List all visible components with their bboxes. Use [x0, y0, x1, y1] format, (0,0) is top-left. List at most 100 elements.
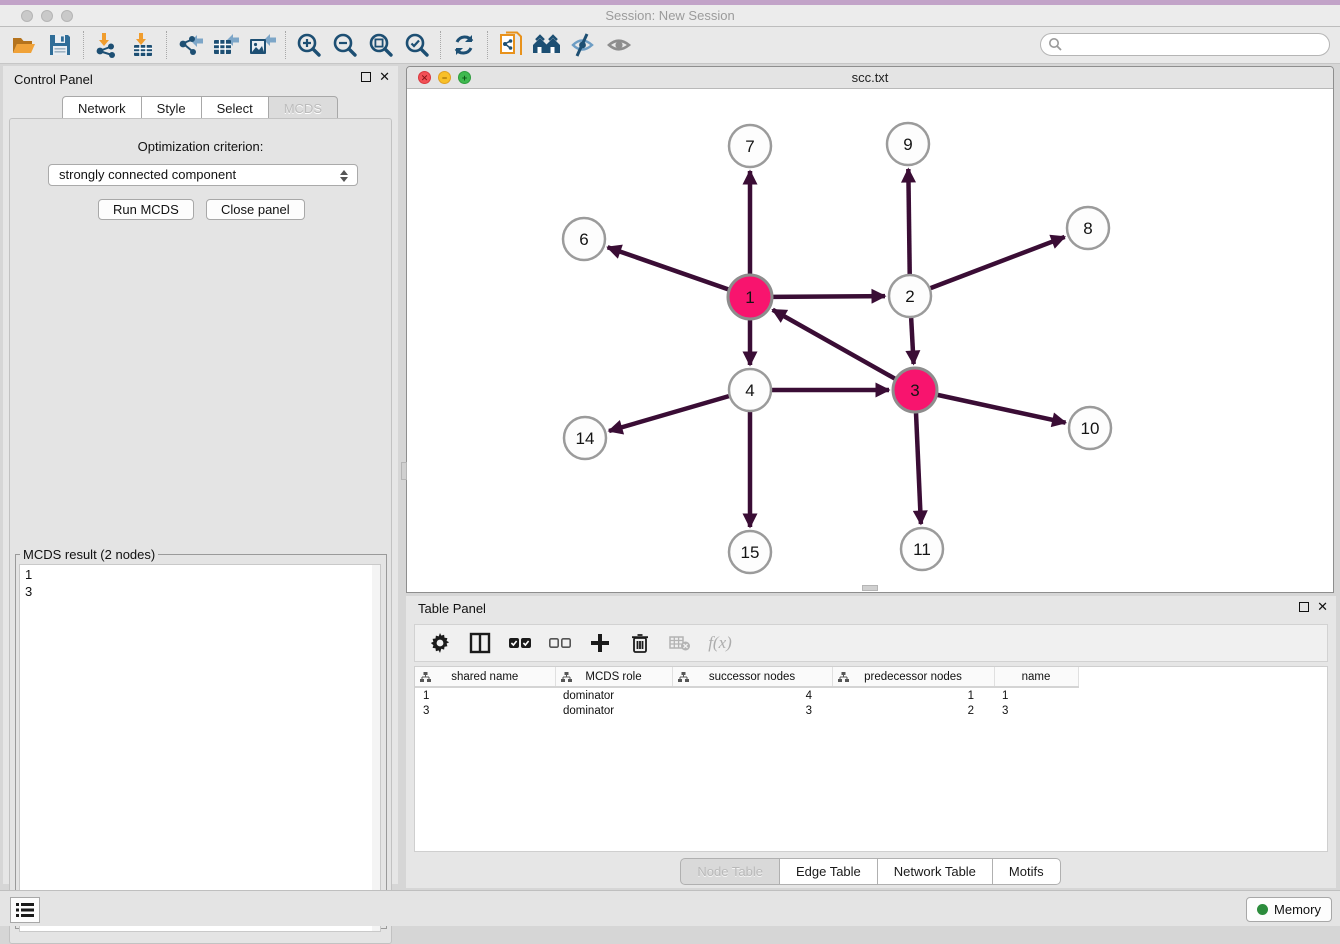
close-panel-button[interactable]: Close panel [206, 199, 305, 220]
open-file-icon[interactable] [6, 29, 42, 61]
network-view-window: ✕ − + scc.txt 7 9 6 8 1 2 4 3 14 10 15 11 [406, 66, 1334, 593]
import-network-icon[interactable] [89, 29, 125, 61]
svg-text:3: 3 [910, 381, 919, 400]
table-cell[interactable]: 1 [994, 687, 1078, 703]
graph-edge-2-9[interactable] [908, 169, 909, 274]
close-window-icon[interactable] [21, 10, 33, 22]
graph-node-11[interactable]: 11 [901, 528, 943, 570]
control-panel-title: Control Panel [3, 66, 398, 87]
table-header-row: shared name MCDS role successor nodes pr… [415, 667, 1078, 687]
graph-edge-4-14[interactable] [609, 396, 729, 431]
apply-layout-icon[interactable] [446, 29, 482, 61]
zoom-window-icon[interactable] [61, 10, 73, 22]
svg-text:1: 1 [745, 288, 754, 307]
export-image-icon[interactable] [244, 29, 280, 61]
graph-node-4[interactable]: 4 [729, 369, 771, 411]
graph-edge-3-10[interactable] [937, 395, 1065, 423]
table-cell[interactable]: 2 [832, 703, 994, 719]
select-all-icon[interactable] [507, 630, 533, 656]
network-maximize-icon[interactable]: + [458, 71, 471, 84]
graph-node-14[interactable]: 14 [564, 417, 606, 459]
mcds-result-textarea[interactable]: 1 3 [19, 564, 381, 932]
network-window-title: scc.txt [407, 67, 1333, 89]
save-session-icon[interactable] [42, 29, 78, 61]
graph-node-9[interactable]: 9 [887, 123, 929, 165]
zoom-out-icon[interactable] [327, 29, 363, 61]
export-network-icon[interactable] [172, 29, 208, 61]
criterion-select[interactable]: strongly connected component [48, 164, 358, 186]
col-predecessor-nodes[interactable]: predecessor nodes [832, 667, 994, 687]
zoom-fit-icon[interactable] [363, 29, 399, 61]
svg-text:4: 4 [745, 381, 754, 400]
float-panel-icon[interactable] [361, 72, 371, 82]
run-mcds-button[interactable]: Run MCDS [98, 199, 194, 220]
memory-button[interactable]: Memory [1246, 897, 1332, 922]
table-cell[interactable]: dominator [555, 687, 672, 703]
deselect-all-icon[interactable] [547, 630, 573, 656]
export-table-icon[interactable] [208, 29, 244, 61]
table-row[interactable]: 3dominator323 [415, 703, 1078, 719]
result-line: 1 [25, 566, 380, 583]
first-neighbors-icon[interactable] [529, 29, 565, 61]
graph-edge-1-2[interactable] [773, 296, 885, 297]
tab-motifs[interactable]: Motifs [992, 858, 1061, 885]
table-cell[interactable]: 3 [994, 703, 1078, 719]
svg-text:9: 9 [903, 135, 912, 154]
graph-node-15[interactable]: 15 [729, 531, 771, 573]
show-all-icon[interactable] [601, 29, 637, 61]
control-panel: Control Panel ✕ Network Style Select MCD… [3, 66, 398, 884]
table-toolbar: f(x) [414, 624, 1328, 662]
search-input[interactable] [1040, 33, 1330, 56]
graph-edge-2-8[interactable] [931, 237, 1065, 288]
graph-node-3[interactable]: 3 [893, 368, 937, 412]
table-cell[interactable]: 4 [672, 687, 832, 703]
graph-node-6[interactable]: 6 [563, 218, 605, 260]
tab-node-table[interactable]: Node Table [680, 858, 780, 885]
delete-column-icon[interactable] [627, 630, 653, 656]
import-table-icon[interactable] [125, 29, 161, 61]
vertical-divider-grip[interactable] [401, 462, 407, 480]
col-name[interactable]: name [994, 667, 1078, 687]
table-row[interactable]: 1dominator411 [415, 687, 1078, 703]
horizontal-divider-grip[interactable] [862, 585, 878, 591]
close-panel-icon[interactable]: ✕ [1317, 602, 1328, 612]
table-cell[interactable]: 3 [415, 703, 555, 719]
float-panel-icon[interactable] [1299, 602, 1309, 612]
table-cell[interactable]: 1 [832, 687, 994, 703]
graph-edge-3-11[interactable] [916, 413, 921, 524]
graph-node-7[interactable]: 7 [729, 125, 771, 167]
table-cell[interactable]: dominator [555, 703, 672, 719]
graph-node-10[interactable]: 10 [1069, 407, 1111, 449]
result-scrollbar[interactable] [372, 565, 380, 931]
hide-selected-icon[interactable] [565, 29, 601, 61]
col-shared-name[interactable]: shared name [415, 667, 555, 687]
tab-edge-table[interactable]: Edge Table [779, 858, 878, 885]
graph-node-1[interactable]: 1 [728, 275, 772, 319]
network-close-icon[interactable]: ✕ [418, 71, 431, 84]
graph-edge-2-3[interactable] [911, 318, 913, 364]
col-successor-nodes[interactable]: successor nodes [672, 667, 832, 687]
minimize-window-icon[interactable] [41, 10, 53, 22]
graph-node-2[interactable]: 2 [889, 275, 931, 317]
table-panel: Table Panel ✕ f(x) [406, 596, 1336, 888]
node-table: shared name MCDS role successor nodes pr… [414, 666, 1328, 852]
graph-edge-3-1[interactable] [773, 310, 895, 379]
tab-network-table[interactable]: Network Table [877, 858, 993, 885]
table-cell[interactable]: 1 [415, 687, 555, 703]
network-minimize-icon[interactable]: − [438, 71, 451, 84]
toolbar-separator [166, 31, 167, 59]
result-line: 3 [25, 583, 380, 600]
network-canvas[interactable]: 7 9 6 8 1 2 4 3 14 10 15 11 [407, 89, 1333, 592]
graph-edge-1-6[interactable] [608, 247, 729, 289]
new-network-from-selection-icon[interactable] [493, 29, 529, 61]
col-mcds-role[interactable]: MCDS role [555, 667, 672, 687]
zoom-selected-icon[interactable] [399, 29, 435, 61]
task-history-button[interactable] [10, 897, 40, 923]
add-column-icon[interactable] [587, 630, 613, 656]
table-cell[interactable]: 3 [672, 703, 832, 719]
column-selector-icon[interactable] [467, 630, 493, 656]
zoom-in-icon[interactable] [291, 29, 327, 61]
close-panel-icon[interactable]: ✕ [379, 72, 390, 82]
graph-node-8[interactable]: 8 [1067, 207, 1109, 249]
table-options-gear-icon[interactable] [427, 630, 453, 656]
